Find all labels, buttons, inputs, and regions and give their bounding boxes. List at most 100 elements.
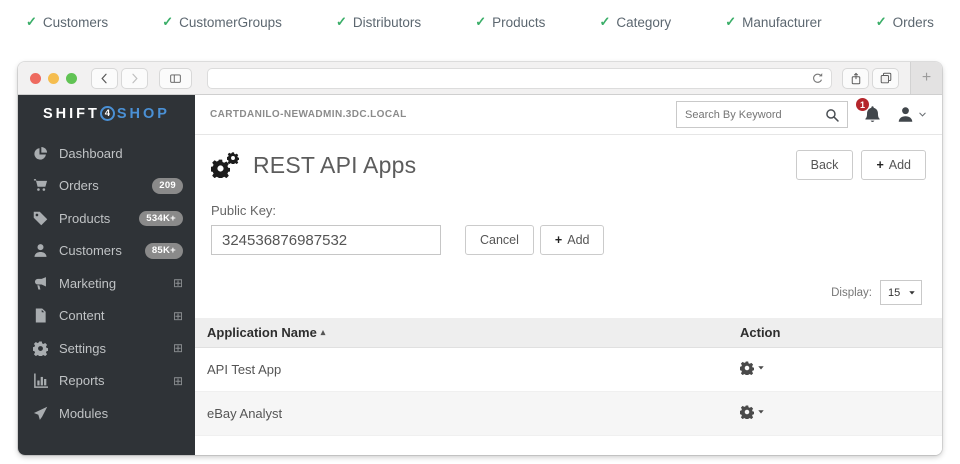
count-badge: 209 xyxy=(152,178,183,194)
chevron-left-icon xyxy=(99,73,110,84)
app-name-cell: API Test App xyxy=(207,362,740,377)
checklist-item-manufacturer: ✓Manufacturer xyxy=(725,14,821,30)
checklist-label: Distributors xyxy=(353,15,421,30)
expand-icon[interactable]: ⊞ xyxy=(173,342,183,354)
user-menu-button[interactable] xyxy=(897,106,927,123)
expand-icon[interactable]: ⊞ xyxy=(173,375,183,387)
zoom-window-button[interactable] xyxy=(66,73,77,84)
check-icon: ✓ xyxy=(162,14,173,30)
sidebar: SHIFT 4 SHOP Dashboard Orders 209 xyxy=(18,95,195,455)
sidebar-item-label: Settings xyxy=(59,341,163,356)
tags-icon xyxy=(32,211,49,226)
expand-icon[interactable]: ⊞ xyxy=(173,277,183,289)
checklist-label: Customers xyxy=(43,15,108,30)
back-button[interactable]: Back xyxy=(796,150,854,180)
add-button-label: Add xyxy=(889,158,911,172)
keyword-search-box[interactable] xyxy=(676,101,848,128)
public-key-input[interactable] xyxy=(211,225,441,255)
sidebar-item-orders[interactable]: Orders 209 xyxy=(18,170,195,203)
sidebar-item-label: Content xyxy=(59,308,163,323)
check-icon: ✓ xyxy=(475,14,486,30)
check-icon: ✓ xyxy=(599,14,610,30)
rocket-icon xyxy=(32,406,49,421)
address-bar[interactable] xyxy=(207,68,832,89)
status-checklist: ✓ Customers ✓CustomerGroups ✓ Distributors… xyxy=(0,0,960,44)
count-badge: 85K+ xyxy=(145,243,183,259)
checklist-item-customers: ✓ Customers xyxy=(26,14,108,30)
checklist-item-distributors: ✓ Distributors xyxy=(336,14,421,30)
checklist-item-customergroups: ✓CustomerGroups xyxy=(162,14,282,30)
cancel-button[interactable]: Cancel xyxy=(465,225,534,255)
sidebar-item-reports[interactable]: Reports ⊞ xyxy=(18,365,195,398)
display-count-select[interactable]: 15 xyxy=(880,280,922,305)
file-icon xyxy=(32,308,49,323)
tabs-icon xyxy=(880,72,892,84)
column-header-application-name[interactable]: Application Name ▴ xyxy=(207,325,740,340)
share-button[interactable] xyxy=(842,68,869,89)
display-count-row: Display: 15 xyxy=(195,255,942,305)
browser-forward-button[interactable] xyxy=(121,68,148,89)
sidebar-item-products[interactable]: Products 534K+ xyxy=(18,202,195,235)
checklist-label: Manufacturer xyxy=(742,15,822,30)
row-action-dropdown[interactable] xyxy=(740,405,765,419)
caret-down-icon xyxy=(908,289,916,297)
check-icon: ✓ xyxy=(336,14,347,30)
logo-4-icon: 4 xyxy=(100,106,115,121)
check-icon: ✓ xyxy=(876,14,887,30)
app-name-cell: eBay Analyst xyxy=(207,406,740,421)
sidebar-toggle-button[interactable] xyxy=(159,68,192,89)
checklist-label: Category xyxy=(616,15,671,30)
close-window-button[interactable] xyxy=(30,73,41,84)
checklist-item-category: ✓ Category xyxy=(599,14,671,30)
chevron-down-icon xyxy=(918,110,927,119)
logo-text-shop: SHOP xyxy=(117,106,170,122)
shift4shop-logo[interactable]: SHIFT 4 SHOP xyxy=(18,95,195,132)
search-input[interactable] xyxy=(685,109,819,121)
tab-overview-button[interactable] xyxy=(872,68,899,89)
chevron-right-icon xyxy=(129,73,140,84)
page-header: REST API Apps Back +Add xyxy=(195,135,942,193)
display-count-value: 15 xyxy=(888,287,900,299)
cart-icon xyxy=(32,178,49,193)
table-row: API Test App xyxy=(195,348,942,392)
display-label: Display: xyxy=(831,287,872,299)
address-input[interactable] xyxy=(208,69,811,88)
sidebar-item-label: Dashboard xyxy=(59,146,183,161)
row-action-dropdown[interactable] xyxy=(740,361,765,375)
sidebar-item-modules[interactable]: Modules xyxy=(18,397,195,430)
add-button[interactable]: +Add xyxy=(861,150,926,180)
store-domain: CARTDANILO-NEWADMIN.3DC.LOCAL xyxy=(210,109,661,120)
sidebar-item-label: Marketing xyxy=(59,276,163,291)
gear-icon xyxy=(740,405,754,419)
sidebar-item-marketing[interactable]: Marketing ⊞ xyxy=(18,267,195,300)
dashboard-icon xyxy=(32,146,49,161)
check-icon: ✓ xyxy=(26,14,37,30)
rest-api-gears-icon xyxy=(211,152,241,179)
browser-back-button[interactable] xyxy=(91,68,118,89)
caret-down-icon xyxy=(757,408,765,416)
browser-toolbar: + xyxy=(18,62,942,95)
browser-window: + SHIFT 4 SHOP Dashboard Orde xyxy=(18,62,942,455)
checklist-label: Orders xyxy=(893,15,934,30)
gear-icon xyxy=(740,361,754,375)
sidebar-item-dashboard[interactable]: Dashboard xyxy=(18,137,195,170)
api-apps-table: Application Name ▴ Action API Test App xyxy=(195,318,942,436)
count-badge: 534K+ xyxy=(139,211,183,227)
checklist-label: Products xyxy=(492,15,545,30)
sidebar-item-content[interactable]: Content ⊞ xyxy=(18,300,195,333)
form-add-button[interactable]: +Add xyxy=(540,225,605,255)
refresh-icon[interactable] xyxy=(811,72,824,85)
sidebar-item-label: Products xyxy=(59,211,129,226)
sidebar-item-customers[interactable]: Customers 85K+ xyxy=(18,235,195,268)
sort-ascending-icon: ▴ xyxy=(321,327,326,338)
public-key-form: Public Key: Cancel +Add xyxy=(195,193,942,255)
admin-app: SHIFT 4 SHOP Dashboard Orders 209 xyxy=(18,95,942,455)
notifications-button[interactable]: 1 xyxy=(863,105,882,124)
minimize-window-button[interactable] xyxy=(48,73,59,84)
search-icon[interactable] xyxy=(825,108,839,122)
expand-icon[interactable]: ⊞ xyxy=(173,310,183,322)
new-tab-button[interactable]: + xyxy=(910,62,942,94)
screen: ✓ Customers ✓CustomerGroups ✓ Distributors… xyxy=(0,0,960,464)
sidebar-item-settings[interactable]: Settings ⊞ xyxy=(18,332,195,365)
caret-down-icon xyxy=(757,364,765,372)
